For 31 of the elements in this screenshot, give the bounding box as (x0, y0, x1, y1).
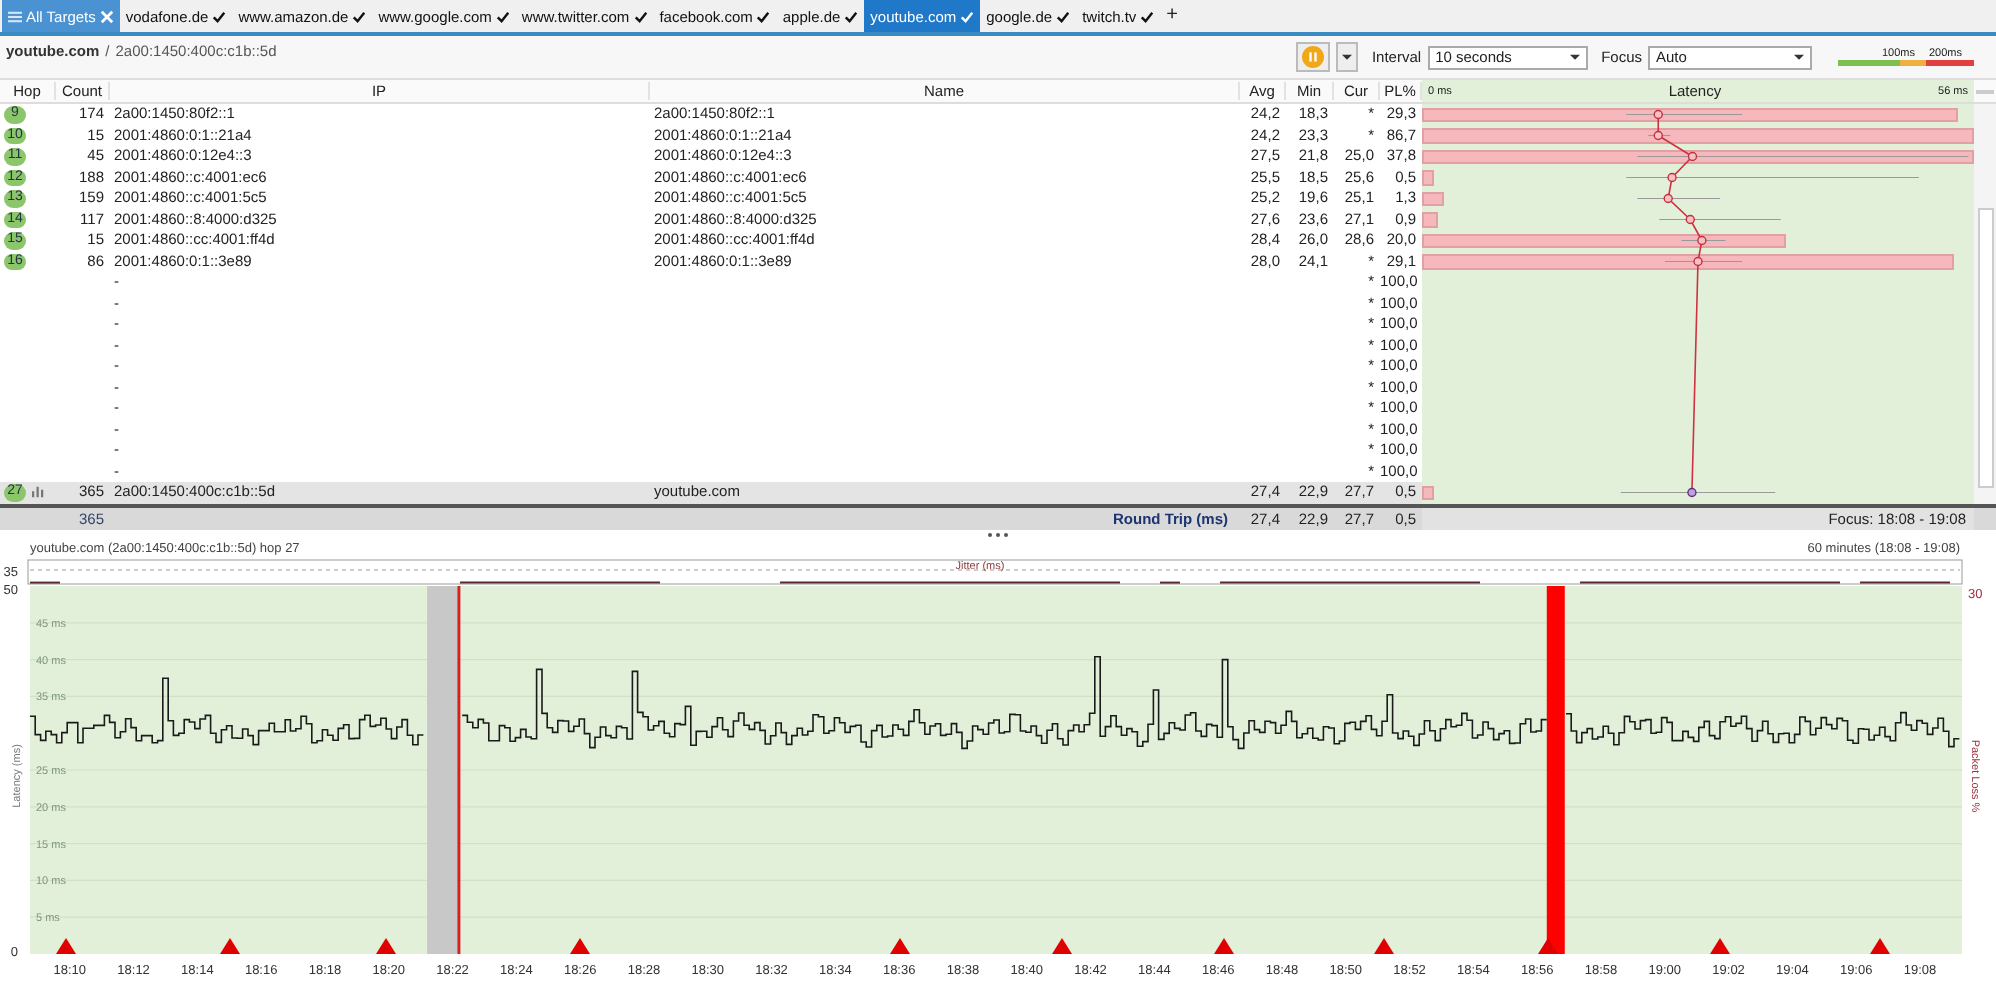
packet-loss-marker (56, 937, 76, 953)
check-icon[interactable] (844, 9, 859, 23)
packet-loss-marker (1710, 937, 1730, 953)
packet-loss-marker (1214, 937, 1234, 953)
packet-loss-marker (1052, 937, 1072, 953)
scroll-thumb[interactable] (1978, 208, 1994, 488)
check-icon[interactable] (756, 9, 771, 23)
caret-icon (1569, 53, 1580, 61)
bar-chart-icon[interactable] (32, 486, 44, 499)
check-icon[interactable] (352, 9, 367, 23)
packet-loss-marker (220, 937, 240, 953)
packet-loss-marker (376, 937, 396, 953)
caret-icon (1341, 53, 1352, 61)
check-icon[interactable] (212, 9, 227, 23)
check-icon[interactable] (495, 9, 510, 23)
packet-loss-marker (570, 937, 590, 953)
dropdown-button[interactable] (1335, 42, 1358, 72)
list-icon (8, 9, 22, 23)
add-tab-button[interactable]: + (1160, 0, 1185, 32)
grip-icon[interactable] (986, 532, 1010, 538)
check-icon[interactable] (1140, 9, 1155, 23)
check-icon[interactable] (633, 9, 648, 23)
latency-legend-bar (1838, 60, 1974, 66)
check-icon[interactable] (1056, 9, 1071, 23)
packet-loss-marker (1538, 937, 1558, 953)
packet-loss-marker (890, 937, 910, 953)
packet-loss-marker (1374, 937, 1394, 953)
packet-loss-marker (1870, 937, 1890, 953)
close-icon[interactable] (99, 9, 114, 23)
scroll-bar[interactable] (1974, 104, 1996, 503)
caret-icon (1794, 53, 1804, 61)
